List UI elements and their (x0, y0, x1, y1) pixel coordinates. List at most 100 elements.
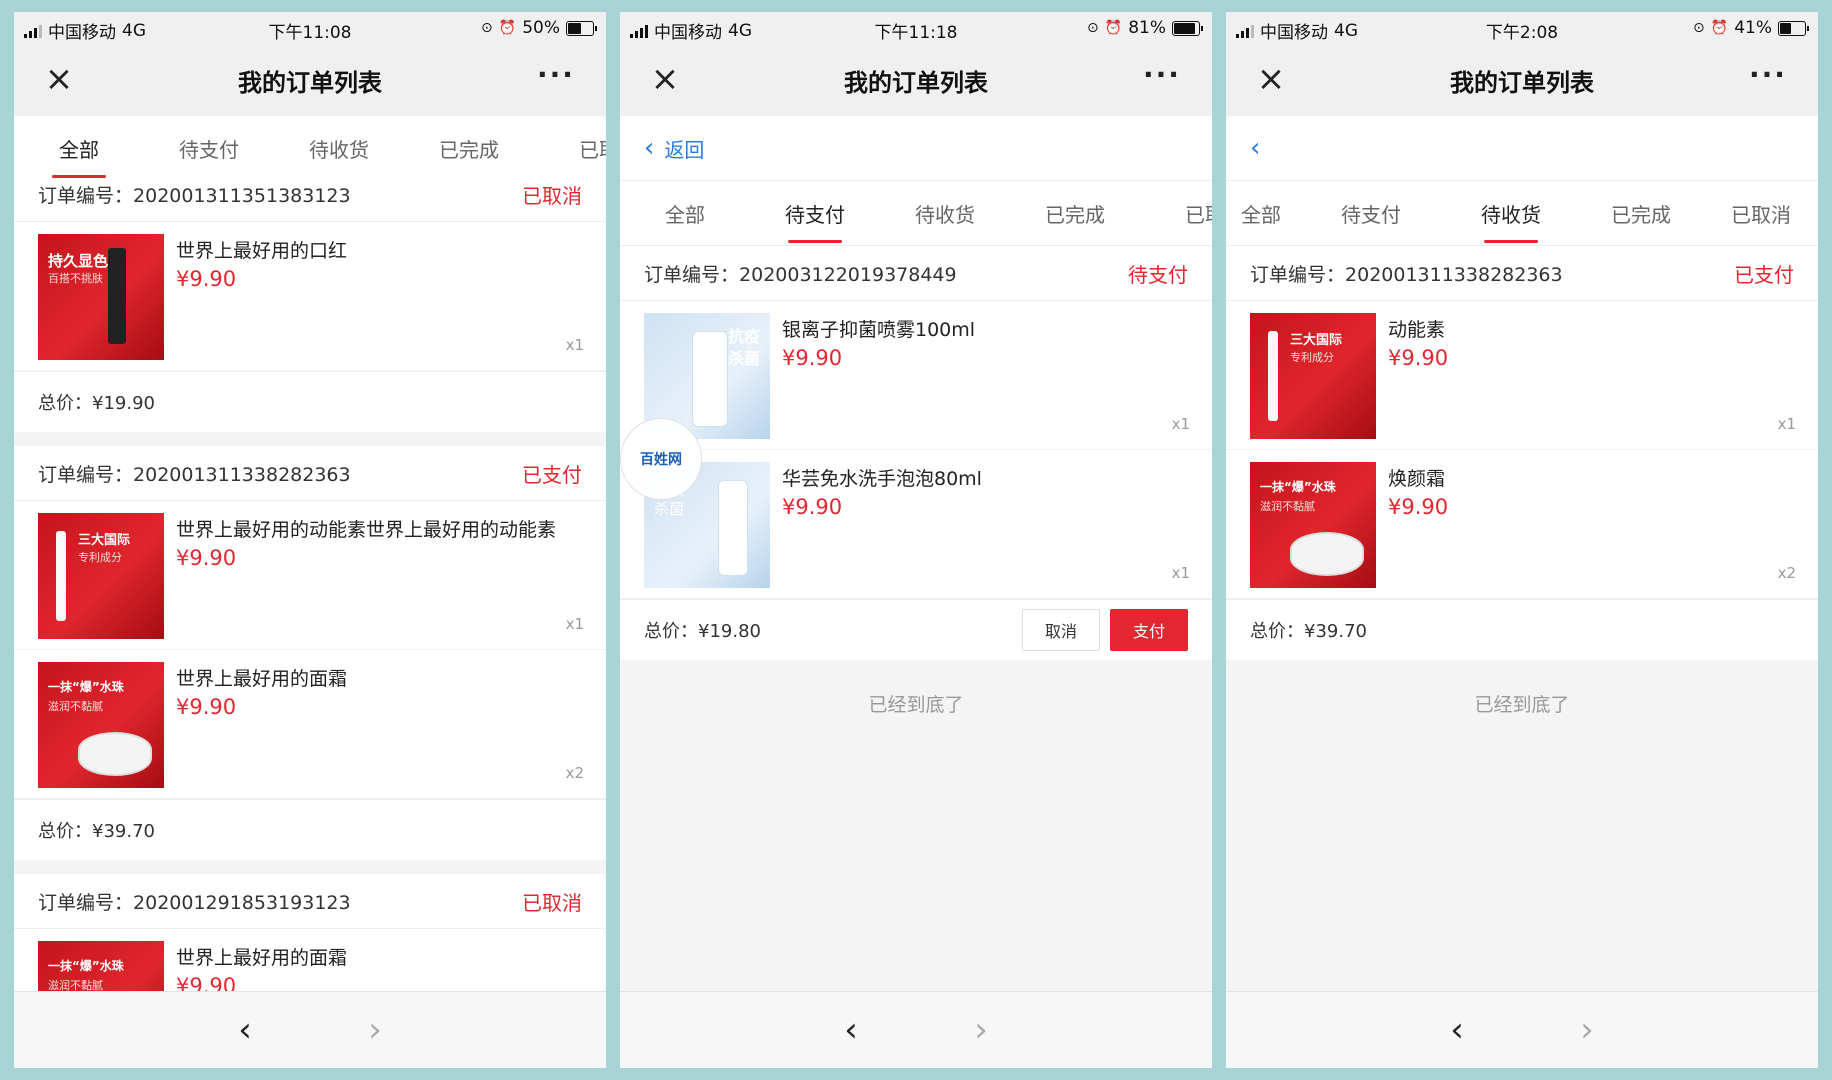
nav-forward-icon[interactable]: › (355, 1010, 395, 1050)
nav-back-icon[interactable]: ‹ (831, 1010, 871, 1050)
order-number-value: 202001311338282363 (1345, 263, 1563, 286)
close-icon[interactable]: × (650, 62, 680, 96)
order-number: 订单编号：202001311338282363 (38, 460, 351, 487)
tab-completed[interactable]: 已完成 (1010, 181, 1140, 245)
product-thumbnail: 持久显色 百搭不挑肤 (38, 234, 164, 360)
nav-back-icon[interactable]: ‹ (1437, 1010, 1477, 1050)
order-item[interactable]: 抗疫 杀菌 华芸免水洗手泡泡80ml ¥9.90 x1 (620, 450, 1212, 599)
item-name: 世界上最好用的面霜 (176, 668, 348, 690)
tab-pending-payment[interactable]: 待支付 (144, 116, 274, 180)
tab-all[interactable]: 全部 (1226, 181, 1296, 245)
title-bar: × 我的订单列表 ··· (14, 44, 606, 116)
item-qty: x2 (1777, 564, 1796, 582)
rotation-lock-icon: ⊙ (1087, 20, 1099, 36)
pay-button[interactable]: 支付 (1109, 609, 1188, 651)
order-number: 订单编号：202001311351383123 (38, 181, 351, 208)
order-item[interactable]: 三大国际 专利成分 动能素 ¥9.90 x1 (1226, 301, 1818, 450)
more-icon[interactable]: ··· (1748, 61, 1788, 94)
item-name: 焕颜霜 (1388, 468, 1446, 490)
thumb-text: 抗疫 (728, 327, 761, 346)
serum-shape (56, 531, 66, 621)
order-number-value: 202003122019378449 (739, 263, 957, 286)
browser-nav-bar: ‹ › (620, 991, 1212, 1068)
order-footer: 总价：¥39.70 (1226, 599, 1818, 660)
thumb-subtext: 百搭不挑肤 (48, 272, 103, 285)
order-card[interactable]: 订单编号：202001311338282363 已支付 三大国际 专利成分 世界… (14, 446, 606, 860)
nav-back-icon[interactable]: ‹ (225, 1010, 265, 1050)
thumb-subtext: 杀菌 (654, 500, 685, 518)
tab-all[interactable]: 全部 (620, 181, 750, 245)
back-label: 返回 (664, 137, 705, 162)
foam-bottle-shape (718, 480, 748, 576)
nav-forward-icon[interactable]: › (1567, 1010, 1607, 1050)
order-item[interactable]: 抗疫 杀菌 银离子抑菌喷雾100ml ¥9.90 x1 (620, 301, 1212, 450)
lipstick-shape (108, 248, 126, 344)
title-bar: × 我的订单列表 ··· (620, 44, 1212, 116)
cream-jar-shape (1290, 532, 1364, 576)
order-total: 总价：¥19.90 (38, 389, 155, 415)
battery-fill (1174, 22, 1196, 34)
order-card[interactable]: 订单编号：202001311338282363 已支付 三大国际 专利成分 动能… (1226, 246, 1818, 660)
order-card[interactable]: 订单编号：202001311351383123 已取消 持久显色 百搭不挑肤 世… (14, 167, 606, 432)
order-list: 订单编号：202003122019378449 待支付 抗疫 杀菌 银离子抑菌喷… (620, 246, 1212, 747)
nav-forward-icon[interactable]: › (961, 1010, 1001, 1050)
order-number: 订单编号：202001311338282363 (1250, 260, 1563, 287)
alarm-icon: ⏰ (1104, 20, 1123, 36)
status-right: ⊙ ⏰ 50% (481, 18, 597, 38)
tab-cancelled[interactable]: 已取 (1140, 181, 1212, 245)
item-info: 银离子抑菌喷雾100ml ¥9.90 (782, 313, 1188, 437)
cancel-button[interactable]: 取消 (1021, 609, 1100, 651)
order-number-value: 202001311351383123 (133, 184, 351, 207)
back-bar[interactable]: ‹ (1226, 116, 1818, 181)
order-total: 总价：¥39.70 (38, 817, 155, 843)
item-name: 华芸免水洗手泡泡80ml (782, 468, 982, 490)
tab-completed[interactable]: 已完成 (404, 116, 534, 180)
item-price: ¥9.90 (782, 346, 843, 370)
order-header: 订单编号：202001311338282363 已支付 (1226, 246, 1818, 301)
order-item[interactable]: 持久显色 百搭不挑肤 世界上最好用的口红 ¥9.90 x1 (14, 222, 606, 371)
tab-completed[interactable]: 已完成 (1576, 181, 1706, 245)
tab-pending-payment[interactable]: 待支付 (750, 181, 880, 245)
order-number-value: 202001291853193123 (133, 891, 351, 914)
battery-icon (1172, 20, 1203, 36)
tab-cancelled[interactable]: 已取 (534, 116, 606, 180)
back-chevron-icon: ‹ (1250, 133, 1261, 163)
more-icon[interactable]: ··· (1142, 61, 1182, 94)
order-number-label: 订单编号： (1250, 263, 1346, 286)
battery-icon (1778, 20, 1809, 36)
order-tabs: 全部 待支付 待收货 已完成 已取 (620, 181, 1212, 246)
order-item[interactable]: 一抹“爆”水珠 滋润不黏腻 焕颜霜 ¥9.90 x2 (1226, 450, 1818, 599)
total-label: 总价： (38, 821, 92, 842)
order-status: 已支付 (1734, 262, 1794, 287)
tab-cancelled[interactable]: 已取消 (1706, 181, 1816, 245)
order-tabs: 全部 待支付 待收货 已完成 已取 (14, 116, 606, 181)
battery-percent: 81% (1128, 18, 1166, 38)
tab-pending-receipt[interactable]: 待收货 (1446, 181, 1576, 245)
status-bar: 中国移动 4G 下午11:08 ⊙ ⏰ 50% (14, 12, 606, 44)
tab-pending-receipt[interactable]: 待收货 (880, 181, 1010, 245)
total-label: 总价： (1250, 621, 1304, 642)
order-item[interactable]: 一抹“爆”水珠 滋润不黏腻 世界上最好用的面霜 ¥9.90 x2 (14, 650, 606, 799)
order-number-value: 202001311338282363 (133, 463, 351, 486)
item-info: 动能素 ¥9.90 (1388, 313, 1794, 437)
order-number-label: 订单编号： (644, 263, 740, 286)
item-info: 华芸免水洗手泡泡80ml ¥9.90 (782, 462, 1188, 586)
close-icon[interactable]: × (1256, 62, 1286, 96)
order-footer: 总价：¥19.80 取消 支付 (620, 599, 1212, 660)
total-value: ¥19.80 (698, 621, 761, 642)
order-card[interactable]: 订单编号：202003122019378449 待支付 抗疫 杀菌 银离子抑菌喷… (620, 246, 1212, 660)
tab-pending-receipt[interactable]: 待收货 (274, 116, 404, 180)
more-icon[interactable]: ··· (536, 61, 576, 94)
battery-fill (1780, 22, 1791, 34)
order-item[interactable]: 三大国际 专利成分 世界上最好用的动能素世界上最好用的动能素 ¥9.90 x1 (14, 501, 606, 650)
tab-all[interactable]: 全部 (14, 116, 144, 180)
product-thumbnail: 一抹“爆”水珠 滋润不黏腻 (38, 662, 164, 788)
close-icon[interactable]: × (44, 62, 74, 96)
status-right: ⊙ ⏰ 81% (1087, 18, 1203, 38)
back-bar[interactable]: ‹ 返回 (620, 116, 1212, 181)
tab-pending-payment[interactable]: 待支付 (1296, 181, 1446, 245)
serum-shape (1268, 331, 1278, 421)
order-status: 待支付 (1128, 262, 1188, 287)
item-price: ¥9.90 (176, 267, 237, 291)
order-footer: 总价：¥39.70 (14, 799, 606, 860)
